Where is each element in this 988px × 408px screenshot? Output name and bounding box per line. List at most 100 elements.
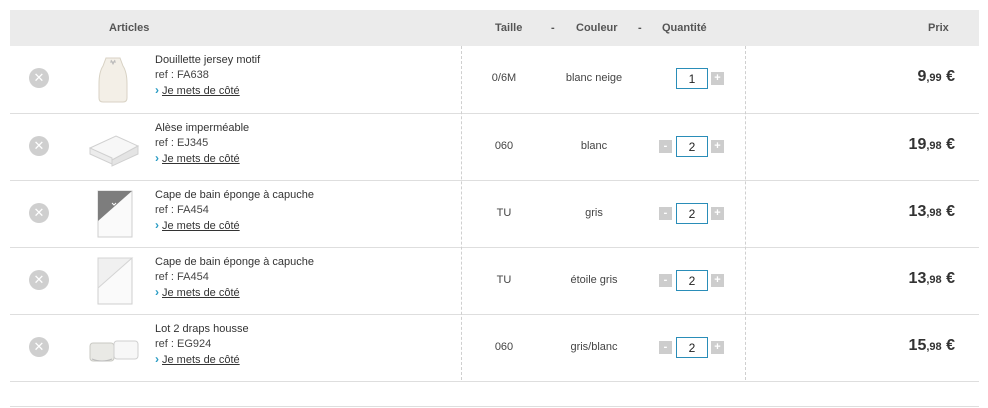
product-name: Cape de bain éponge à capuche: [155, 256, 315, 268]
product-thumbnail: [86, 321, 140, 375]
currency-symbol: €: [946, 270, 955, 287]
remove-item-button[interactable]: ✕: [29, 68, 49, 88]
product-info: Lot 2 draps housse ref : EG924 › Je mets …: [155, 322, 249, 368]
product-color: blanc: [580, 140, 608, 152]
quantity-increase-button[interactable]: +: [711, 140, 724, 153]
header-separator: -: [638, 22, 642, 34]
currency-symbol: €: [946, 203, 955, 220]
product-info: Cape de bain éponge à capuche ref : FA45…: [155, 255, 314, 301]
save-for-later-label[interactable]: Je mets de côté: [162, 153, 240, 165]
save-for-later-link[interactable]: › Je mets de côté: [155, 285, 314, 301]
currency-symbol: €: [946, 68, 955, 85]
product-ref: ref : EG924: [155, 338, 212, 350]
chevron-right-icon: ›: [155, 285, 159, 299]
cart-row: ✕ Douillette jersey motif ref : FA638 › J…: [10, 46, 979, 114]
column-divider: [461, 46, 462, 380]
product-ref: ref : FA638: [155, 69, 209, 81]
header-taille: Taille: [495, 22, 523, 34]
product-name: Douillette jersey motif: [155, 54, 261, 66]
price-integer: 15: [908, 337, 927, 354]
cart-row: ✕ Lot 2 draps housse ref : EG924 › Je met…: [10, 315, 979, 382]
chevron-right-icon: ›: [155, 218, 159, 232]
quantity-decrease-button[interactable]: -: [659, 274, 672, 287]
product-thumbnail: [86, 254, 140, 308]
quantity-input[interactable]: [676, 270, 708, 291]
currency-symbol: €: [946, 337, 955, 354]
save-for-later-label[interactable]: Je mets de côté: [162, 220, 240, 232]
product-color: étoile gris: [570, 274, 618, 286]
quantity-increase-button[interactable]: +: [711, 207, 724, 220]
product-thumbnail: [86, 187, 140, 241]
price-cents: ,98: [926, 341, 942, 353]
product-color: blanc neige: [565, 72, 623, 84]
product-ref: ref : FA454: [155, 271, 209, 283]
item-price: 19,98 €: [909, 136, 955, 154]
cart-row: ✕ Cape de bain éponge à capuche ref : FA…: [10, 181, 979, 248]
cart-row: ✕ Alèse imperméable ref : EJ345 › Je mets…: [10, 114, 979, 181]
item-price: 13,98 €: [909, 203, 955, 221]
header-articles: Articles: [109, 22, 150, 34]
product-info: Cape de bain éponge à capuche ref : FA45…: [155, 188, 314, 234]
quantity-increase-button[interactable]: +: [711, 274, 724, 287]
save-for-later-label[interactable]: Je mets de côté: [162, 354, 240, 366]
product-ref: ref : EJ345: [155, 137, 209, 149]
save-for-later-link[interactable]: › Je mets de côté: [155, 151, 249, 167]
remove-item-button[interactable]: ✕: [29, 270, 49, 290]
quantity-input[interactable]: [676, 203, 708, 224]
save-for-later-link[interactable]: › Je mets de côté: [155, 352, 249, 368]
quantity-increase-button[interactable]: +: [711, 341, 724, 354]
column-divider: [745, 46, 746, 380]
quantity-decrease-button[interactable]: -: [659, 341, 672, 354]
save-for-later-label[interactable]: Je mets de côté: [162, 287, 240, 299]
quantity-input[interactable]: [676, 337, 708, 358]
price-cents: ,98: [926, 207, 942, 219]
product-size: TU: [496, 207, 512, 219]
quantity-decrease-button[interactable]: -: [659, 207, 672, 220]
quantity-increase-button[interactable]: +: [711, 72, 724, 85]
price-integer: 13: [908, 203, 927, 220]
header-separator: -: [551, 22, 555, 34]
save-for-later-link[interactable]: › Je mets de côté: [155, 83, 260, 99]
product-name: Alèse imperméable: [155, 122, 250, 134]
chevron-right-icon: ›: [155, 151, 159, 165]
save-for-later-label[interactable]: Je mets de côté: [162, 85, 240, 97]
product-size: 060: [494, 341, 514, 353]
header-prix: Prix: [928, 22, 949, 34]
product-info: Alèse imperméable ref : EJ345 › Je mets d…: [155, 121, 249, 167]
remove-item-button[interactable]: ✕: [29, 337, 49, 357]
header-couleur: Couleur: [576, 22, 618, 34]
product-ref: ref : FA454: [155, 204, 209, 216]
cart-header: Articles Taille - Couleur - Quantité Pri…: [10, 10, 979, 46]
price-integer: 9: [917, 68, 927, 85]
product-thumbnail: [86, 52, 140, 106]
product-color: gris/blanc: [570, 341, 618, 353]
product-color: gris: [585, 207, 603, 219]
remove-item-button[interactable]: ✕: [29, 136, 49, 156]
save-for-later-link[interactable]: › Je mets de côté: [155, 218, 314, 234]
quantity-decrease-button[interactable]: -: [659, 140, 672, 153]
cart-row: ✕ Cape de bain éponge à capuche ref : FA…: [10, 248, 979, 315]
price-cents: ,98: [926, 274, 942, 286]
product-name: Cape de bain éponge à capuche: [155, 189, 315, 201]
item-price: 15,98 €: [909, 337, 955, 355]
product-size: 060: [494, 140, 514, 152]
product-thumbnail: [86, 120, 140, 174]
product-size: TU: [496, 274, 512, 286]
cart-rows: ✕ Douillette jersey motif ref : FA638 › J…: [10, 46, 979, 382]
product-info: Douillette jersey motif ref : FA638 › Je …: [155, 53, 260, 99]
price-integer: 13: [908, 270, 927, 287]
chevron-right-icon: ›: [155, 83, 159, 97]
quantity-input[interactable]: [676, 68, 708, 89]
cart-table: Articles Taille - Couleur - Quantité Pri…: [10, 10, 979, 382]
chevron-right-icon: ›: [155, 352, 159, 366]
currency-symbol: €: [946, 136, 955, 153]
remove-item-button[interactable]: ✕: [29, 203, 49, 223]
price-cents: ,99: [926, 72, 942, 84]
product-size: 0/6M: [491, 72, 517, 84]
footer-divider: [10, 406, 979, 407]
item-price: 13,98 €: [909, 270, 955, 288]
quantity-input[interactable]: [676, 136, 708, 157]
header-quantite: Quantité: [662, 22, 707, 34]
price-integer: 19: [908, 136, 927, 153]
product-name: Lot 2 draps housse: [155, 323, 249, 335]
